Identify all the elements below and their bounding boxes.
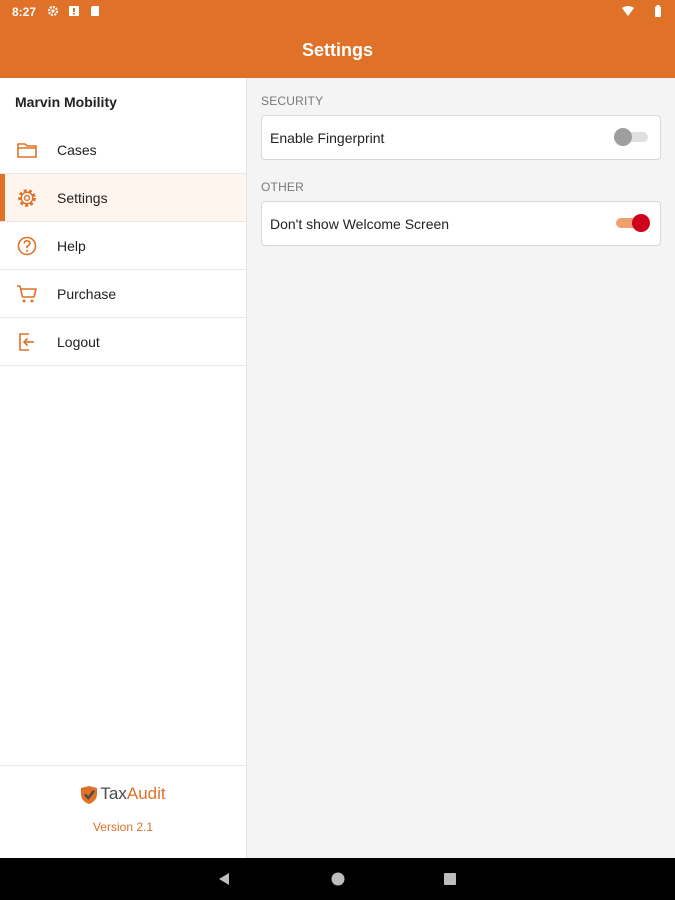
fingerprint-toggle[interactable] bbox=[614, 128, 650, 146]
toggle-thumb bbox=[614, 128, 632, 146]
folder-icon bbox=[17, 143, 37, 158]
status-time: 8:27 bbox=[12, 5, 37, 19]
sidebar-footer: TaxAudit Version 2.1 bbox=[0, 765, 246, 858]
cart-icon bbox=[17, 285, 37, 303]
shield-icon bbox=[81, 785, 98, 804]
sidebar-item-help[interactable]: Help bbox=[0, 222, 246, 270]
home-icon[interactable] bbox=[330, 871, 346, 887]
alert-icon bbox=[69, 6, 79, 16]
user-name: Marvin Mobility bbox=[15, 94, 117, 110]
page-title: Settings bbox=[301, 40, 373, 60]
setting-label: Enable Fingerprint bbox=[270, 130, 385, 146]
sd-card-icon bbox=[91, 6, 99, 16]
gear-icon bbox=[18, 189, 36, 207]
battery-icon bbox=[655, 5, 661, 17]
section-header-security: SECURITY bbox=[261, 94, 324, 108]
sidebar-item-label: Help bbox=[57, 237, 86, 254]
back-icon[interactable] bbox=[216, 871, 232, 887]
sidebar-item-label: Cases bbox=[57, 141, 97, 158]
sidebar-item-cases[interactable]: Cases bbox=[0, 126, 246, 174]
sidebar-item-label: Logout bbox=[57, 333, 100, 350]
welcome-screen-toggle[interactable] bbox=[616, 214, 650, 232]
setting-row-fingerprint: Enable Fingerprint bbox=[261, 115, 661, 160]
sidebar: Marvin Mobility Cases Settings Help Purc… bbox=[0, 78, 247, 858]
brand-tax: Tax bbox=[100, 784, 127, 803]
app-version: Version 2.1 bbox=[92, 820, 154, 834]
sidebar-item-settings[interactable]: Settings bbox=[0, 174, 246, 222]
sidebar-nav: Cases Settings Help Purchase Logout bbox=[0, 126, 246, 366]
brand-audit: Audit bbox=[126, 784, 166, 803]
sidebar-item-label: Purchase bbox=[57, 285, 117, 302]
logout-icon bbox=[19, 333, 34, 351]
sidebar-item-label: Settings bbox=[57, 189, 108, 206]
app-bar: Settings bbox=[0, 24, 675, 78]
setting-label: Don't show Welcome Screen bbox=[270, 216, 450, 232]
help-icon bbox=[17, 236, 37, 256]
recents-icon[interactable] bbox=[442, 871, 458, 887]
toggle-thumb bbox=[632, 214, 650, 232]
brand-logo: TaxAudit bbox=[0, 784, 246, 805]
setting-row-welcome: Don't show Welcome Screen bbox=[261, 201, 661, 246]
sidebar-item-logout[interactable]: Logout bbox=[0, 318, 246, 366]
sidebar-item-purchase[interactable]: Purchase bbox=[0, 270, 246, 318]
settings-content: SECURITY Enable Fingerprint OTHER Don't … bbox=[247, 78, 675, 858]
system-nav-bar bbox=[0, 858, 675, 900]
section-header-other: OTHER bbox=[261, 180, 304, 194]
status-bar: 8:27 bbox=[0, 0, 675, 24]
wifi-icon bbox=[622, 6, 634, 16]
gear-icon bbox=[47, 5, 59, 17]
